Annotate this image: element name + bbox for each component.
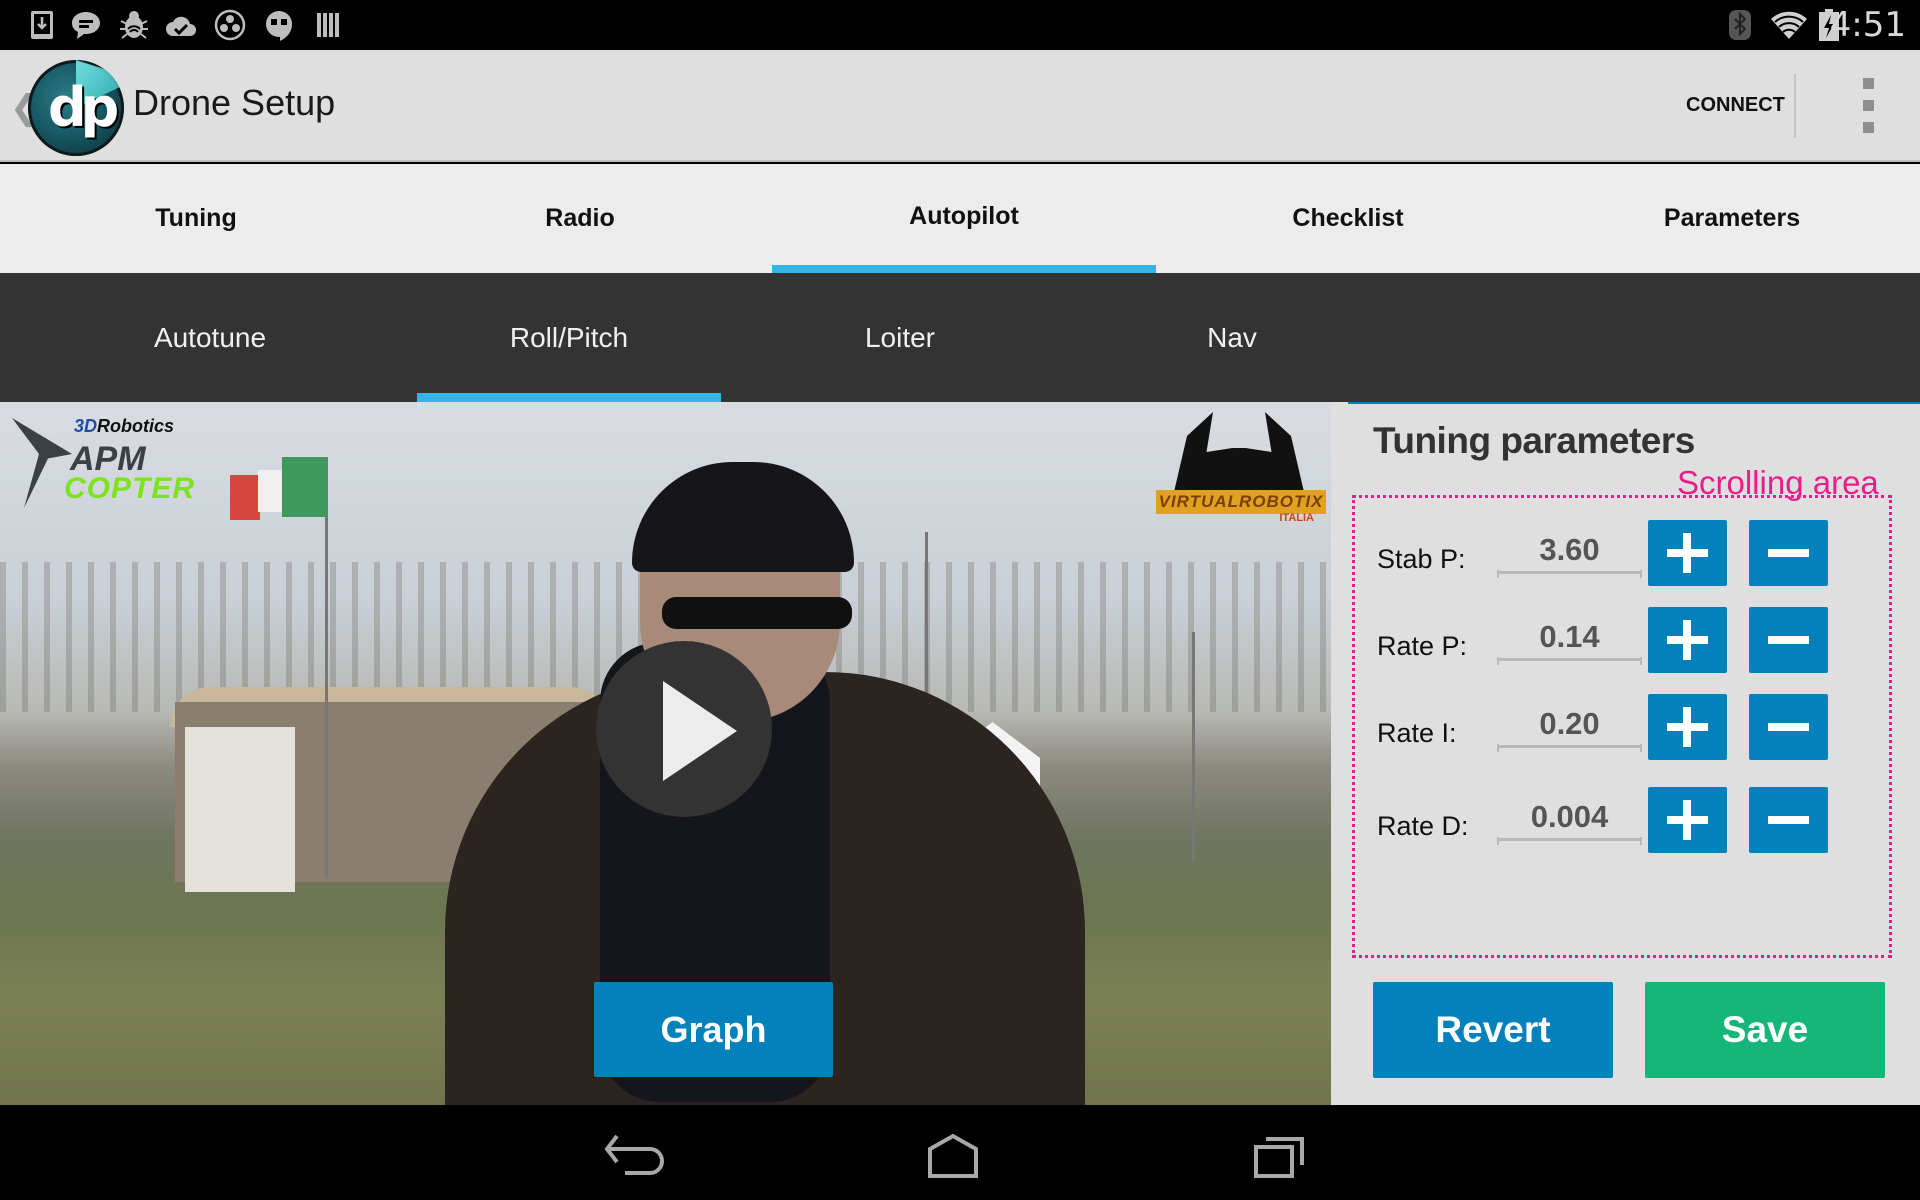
scroll-area[interactable]: Stab P: Rate P: Rate I: Rate D: [1352, 495, 1892, 958]
tab-label: Checklist [1292, 204, 1404, 232]
overflow-menu-icon[interactable] [1850, 74, 1890, 138]
video-player[interactable]: 3DRobotics APM COPTER VIRTUALROBOTIX ITA… [0, 402, 1331, 1105]
top-tab-bar: Tuning Radio Autopilot Checklist Paramet… [0, 164, 1920, 273]
minus-icon [1768, 723, 1809, 731]
home-icon[interactable] [928, 1133, 978, 1178]
rate-i-input[interactable] [1497, 702, 1642, 748]
virtualrobotix-logo: VIRTUALROBOTIX ITALIA [1156, 412, 1326, 524]
bluetooth-icon [1729, 10, 1751, 40]
back-icon[interactable] [603, 1133, 673, 1178]
tab-checklist[interactable]: Checklist [1156, 164, 1540, 273]
rate-p-input[interactable] [1497, 615, 1642, 661]
logo-text: dp [48, 76, 119, 139]
param-row-stab-p: Stab P: [1355, 520, 1895, 600]
barcode-icon [317, 13, 339, 37]
rate-i-decrease-button[interactable] [1749, 694, 1828, 760]
tab-tuning[interactable]: Tuning [4, 164, 388, 273]
cloud-check-icon [166, 16, 196, 36]
sub-tab-bar: Autotune Roll/Pitch Loiter Nav [0, 273, 1920, 402]
video-scene-hat [632, 462, 854, 572]
minus-icon [1768, 549, 1809, 557]
param-value-field [1497, 702, 1642, 752]
status-bar: 4:51 [0, 0, 1920, 50]
tab-label: Parameters [1663, 204, 1801, 232]
param-value-field [1497, 795, 1642, 845]
rate-p-increase-button[interactable] [1648, 607, 1727, 673]
play-icon [663, 681, 737, 781]
play-button[interactable] [596, 641, 772, 817]
subtab-roll-pitch[interactable]: Roll/Pitch [417, 273, 721, 402]
action-bar: ❮ dp Drone Setup CONNECT [0, 50, 1920, 162]
chat-bubble-icon [72, 12, 100, 39]
tab-parameters[interactable]: Parameters [1540, 164, 1920, 273]
connect-button[interactable]: CONNECT [1670, 50, 1801, 160]
vr-logo-text: VIRTUALROBOTIX [1156, 490, 1326, 514]
rate-i-increase-button[interactable] [1648, 694, 1727, 760]
param-row-rate-d: Rate D: [1355, 787, 1895, 867]
eagle-icon [1174, 412, 1304, 492]
revert-button[interactable]: Revert [1373, 982, 1613, 1078]
stab-p-increase-button[interactable] [1648, 520, 1727, 586]
video-scene-flag [282, 457, 327, 517]
vr-logo-sub: ITALIA [1279, 512, 1314, 524]
save-button[interactable]: Save [1645, 982, 1885, 1078]
minus-icon [1768, 636, 1809, 644]
download-icon [31, 11, 53, 39]
clock: 4:51 [1829, 5, 1906, 45]
stab-p-decrease-button[interactable] [1749, 520, 1828, 586]
param-label: Rate D: [1377, 811, 1469, 841]
video-scene-glasses [662, 597, 852, 629]
graph-button[interactable]: Graph [594, 982, 833, 1077]
minus-icon [1768, 816, 1809, 824]
panel-top-divider [1348, 402, 1920, 404]
rate-d-input[interactable] [1497, 795, 1642, 841]
param-label: Rate P: [1377, 631, 1468, 661]
circle-people-icon [214, 9, 246, 41]
param-label: Rate I: [1377, 718, 1457, 748]
apm-copter-logo: 3DRobotics APM COPTER [12, 412, 212, 512]
subtab-label: Autotune [153, 321, 267, 353]
video-scene-pole [325, 457, 328, 877]
tab-label: Tuning [155, 204, 237, 232]
bug-icon [120, 11, 148, 39]
video-scene-flag [258, 470, 283, 512]
subtab-label: Loiter [864, 321, 936, 353]
tab-radio[interactable]: Radio [388, 164, 772, 273]
panel-title: Tuning parameters [1373, 420, 1695, 461]
subtab-autotune[interactable]: Autotune [58, 273, 362, 402]
rate-d-increase-button[interactable] [1648, 787, 1727, 853]
video-scene-shed-wall [185, 727, 295, 892]
subtab-nav[interactable]: Nav [1080, 273, 1384, 402]
tab-autopilot[interactable]: Autopilot [772, 164, 1156, 273]
subtab-label: Roll/Pitch [509, 321, 629, 353]
tab-label: Radio [545, 204, 615, 232]
param-row-rate-p: Rate P: [1355, 607, 1895, 687]
subtab-label: Nav [1207, 321, 1257, 353]
apm-swoosh-icon [12, 418, 72, 508]
rate-p-decrease-button[interactable] [1749, 607, 1828, 673]
wifi-icon [1771, 11, 1807, 39]
app-title: Drone Setup [133, 82, 336, 123]
action-bar-divider [1794, 74, 1796, 138]
param-value-field [1497, 615, 1642, 665]
subtab-loiter[interactable]: Loiter [748, 273, 1052, 402]
quote-bubble-icon [266, 11, 292, 41]
apm-logo-line2: COPTER [64, 472, 196, 505]
tuning-panel: Tuning parameters Scrolling area Stab P:… [1331, 402, 1920, 1105]
param-value-field [1497, 528, 1642, 578]
tab-label: Autopilot [909, 202, 1019, 230]
app-logo[interactable]: dp [28, 60, 124, 156]
rate-d-decrease-button[interactable] [1749, 787, 1828, 853]
param-label: Stab P: [1377, 544, 1466, 574]
recent-apps-icon[interactable] [1254, 1133, 1304, 1178]
video-scene-flag [230, 475, 260, 520]
stab-p-input[interactable] [1497, 528, 1642, 574]
video-scene-pole [1192, 632, 1195, 862]
apm-logo-brand: 3DRobotics [74, 416, 175, 436]
system-nav-bar [0, 1105, 1920, 1200]
param-row-rate-i: Rate I: [1355, 694, 1895, 774]
